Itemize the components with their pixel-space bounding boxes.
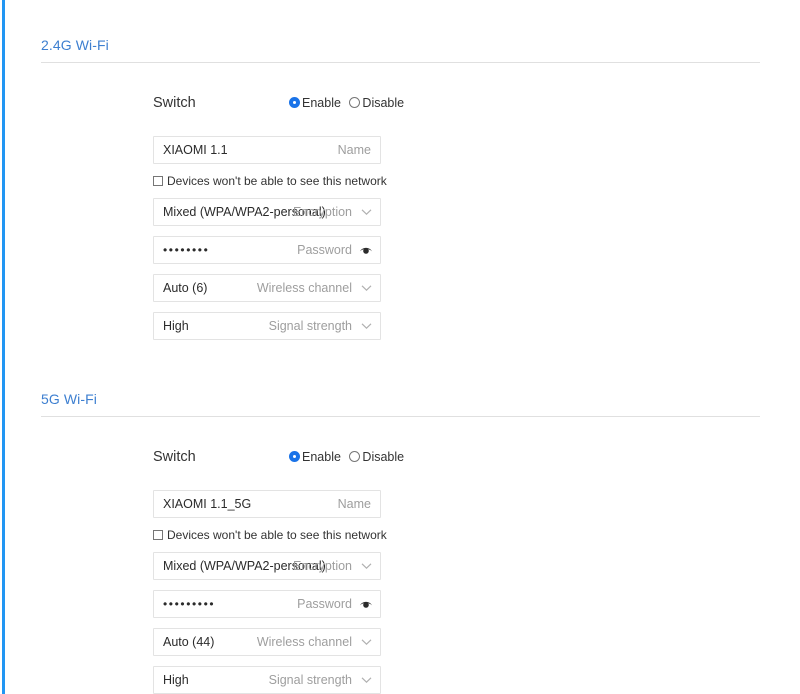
channel-field-24g[interactable]: Auto (6) Wireless channel xyxy=(153,274,381,302)
radio-enable-24g[interactable]: Enable xyxy=(289,95,341,111)
radio-enable-5g-label: Enable xyxy=(302,450,341,464)
password-field-24g-value: •••••••• xyxy=(163,237,209,263)
chevron-down-icon[interactable] xyxy=(361,676,372,684)
hidden-network-checkbox-5g[interactable]: Devices won't be able to see this networ… xyxy=(153,528,387,542)
switch-radio-group-24g: Enable Disable xyxy=(289,95,404,111)
hidden-network-label-24g: Devices won't be able to see this networ… xyxy=(167,174,387,188)
encryption-field-24g[interactable]: Mixed (WPA/WPA2-personal) Encryption xyxy=(153,198,381,226)
signal-field-5g-hint: Signal strength xyxy=(269,667,352,693)
radio-enable-24g-label: Enable xyxy=(302,96,341,110)
radio-disable-5g[interactable]: Disable xyxy=(349,449,404,465)
switch-label-5g: Switch xyxy=(153,447,196,467)
section-divider-24g xyxy=(41,62,760,63)
password-field-5g[interactable]: ••••••••• Password xyxy=(153,590,381,618)
chevron-down-icon[interactable] xyxy=(361,284,372,292)
signal-field-5g[interactable]: High Signal strength xyxy=(153,666,381,694)
password-field-24g-hint: Password xyxy=(297,237,352,263)
radio-dot-disable-5g-icon[interactable] xyxy=(349,451,360,462)
password-field-5g-hint: Password xyxy=(297,591,352,617)
section-divider-5g xyxy=(41,416,760,417)
signal-field-24g-value: High xyxy=(163,313,189,339)
name-field-5g-hint: Name xyxy=(338,491,371,517)
chevron-down-icon[interactable] xyxy=(361,562,372,570)
radio-enable-5g[interactable]: Enable xyxy=(289,449,341,465)
chevron-down-icon[interactable] xyxy=(361,322,372,330)
radio-dot-enable-5g-icon[interactable] xyxy=(289,451,300,462)
name-field-5g[interactable]: XIAOMI 1.1_5G Name xyxy=(153,490,381,518)
encryption-field-5g[interactable]: Mixed (WPA/WPA2-personal) Encryption xyxy=(153,552,381,580)
section-title-24g: 2.4G Wi-Fi xyxy=(41,36,109,54)
wifi-settings-page: 2.4G Wi-Fi Switch Enable Disable XIAOMI … xyxy=(0,0,800,694)
radio-disable-5g-label: Disable xyxy=(362,450,404,464)
channel-field-24g-value: Auto (6) xyxy=(163,275,207,301)
chevron-down-icon[interactable] xyxy=(361,208,372,216)
channel-field-5g-hint: Wireless channel xyxy=(257,629,352,655)
encryption-field-5g-hint: Encryption xyxy=(293,553,352,579)
encryption-field-24g-hint: Encryption xyxy=(293,199,352,225)
radio-dot-enable-24g-icon[interactable] xyxy=(289,97,300,108)
radio-disable-24g-label: Disable xyxy=(362,96,404,110)
password-field-5g-value: ••••••••• xyxy=(163,591,215,617)
eye-icon[interactable] xyxy=(359,244,373,256)
signal-field-24g-hint: Signal strength xyxy=(269,313,352,339)
switch-row-5g: Switch Enable Disable xyxy=(0,446,800,468)
hidden-network-label-5g: Devices won't be able to see this networ… xyxy=(167,528,387,542)
radio-dot-disable-24g-icon[interactable] xyxy=(349,97,360,108)
signal-field-24g[interactable]: High Signal strength xyxy=(153,312,381,340)
switch-radio-group-5g: Enable Disable xyxy=(289,449,404,465)
channel-field-24g-hint: Wireless channel xyxy=(257,275,352,301)
checkbox-box-5g-icon[interactable] xyxy=(153,530,163,540)
eye-icon[interactable] xyxy=(359,598,373,610)
name-field-24g-value: XIAOMI 1.1 xyxy=(163,137,228,163)
password-field-24g[interactable]: •••••••• Password xyxy=(153,236,381,264)
signal-field-5g-value: High xyxy=(163,667,189,693)
switch-row-24g: Switch Enable Disable xyxy=(0,92,800,114)
section-title-5g: 5G Wi-Fi xyxy=(41,390,97,408)
name-field-5g-value: XIAOMI 1.1_5G xyxy=(163,491,251,517)
chevron-down-icon[interactable] xyxy=(361,638,372,646)
checkbox-box-24g-icon[interactable] xyxy=(153,176,163,186)
name-field-24g[interactable]: XIAOMI 1.1 Name xyxy=(153,136,381,164)
switch-label-24g: Switch xyxy=(153,93,196,113)
hidden-network-checkbox-24g[interactable]: Devices won't be able to see this networ… xyxy=(153,174,387,188)
channel-field-5g-value: Auto (44) xyxy=(163,629,214,655)
name-field-24g-hint: Name xyxy=(338,137,371,163)
channel-field-5g[interactable]: Auto (44) Wireless channel xyxy=(153,628,381,656)
radio-disable-24g[interactable]: Disable xyxy=(349,95,404,111)
